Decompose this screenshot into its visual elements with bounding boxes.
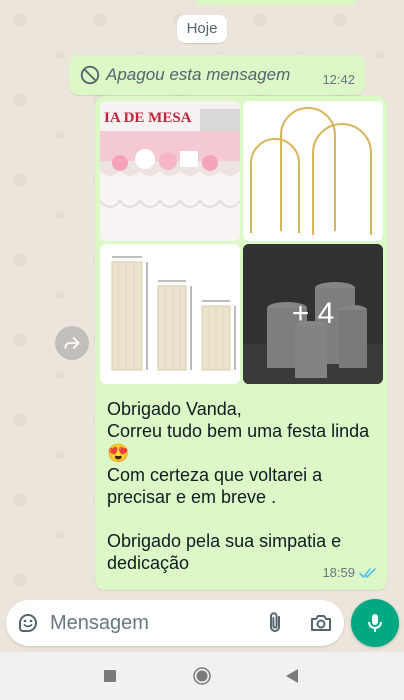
gold-arch-stands-photo[interactable] bbox=[243, 101, 383, 241]
camera-icon[interactable] bbox=[309, 611, 333, 635]
more-photos-overlay[interactable]: + 4 bbox=[243, 244, 383, 384]
cylinder-pedestals-photo[interactable] bbox=[100, 244, 240, 384]
message-time: 12:42 bbox=[322, 72, 355, 87]
message-text: Obrigado Vanda, Correu tudo bem uma fest… bbox=[107, 399, 370, 573]
forward-button[interactable] bbox=[55, 326, 89, 360]
mic-icon bbox=[368, 614, 382, 632]
message-composer bbox=[6, 600, 344, 646]
date-chip: Hoje bbox=[177, 15, 227, 43]
voice-message-button[interactable] bbox=[351, 599, 399, 647]
message-meta: 18:59 bbox=[322, 565, 377, 580]
message-input[interactable] bbox=[50, 608, 250, 638]
pedestals-image bbox=[111, 256, 236, 371]
recents-icon[interactable] bbox=[104, 670, 116, 682]
table-decoration-photo[interactable]: IA DE MESA bbox=[100, 101, 240, 241]
sticker-icon[interactable] bbox=[16, 611, 40, 635]
double-check-icon bbox=[359, 567, 376, 578]
message-time: 18:59 bbox=[322, 565, 355, 580]
forward-icon bbox=[64, 337, 80, 349]
system-navigation-bar bbox=[0, 652, 404, 700]
back-icon[interactable] bbox=[285, 668, 299, 684]
previous-message-edge bbox=[196, 0, 356, 5]
photo-caption: IA DE MESA bbox=[104, 110, 192, 126]
paperclip-icon[interactable] bbox=[263, 611, 287, 635]
deleted-message-text: Apagou esta mensagem bbox=[106, 65, 291, 84]
arch-stands-image bbox=[250, 107, 372, 235]
home-icon[interactable] bbox=[193, 667, 211, 685]
white-cylinders-photo[interactable]: + 4 bbox=[243, 244, 383, 384]
block-icon bbox=[80, 65, 100, 85]
deleted-message-bubble[interactable]: Apagou esta mensagem 12:42 bbox=[69, 55, 365, 95]
media-message-bubble[interactable]: IA DE MESA + 4 Obrigado Vanda, Correu tu… bbox=[95, 96, 387, 590]
table-decoration-image: IA DE MESA bbox=[100, 101, 240, 241]
